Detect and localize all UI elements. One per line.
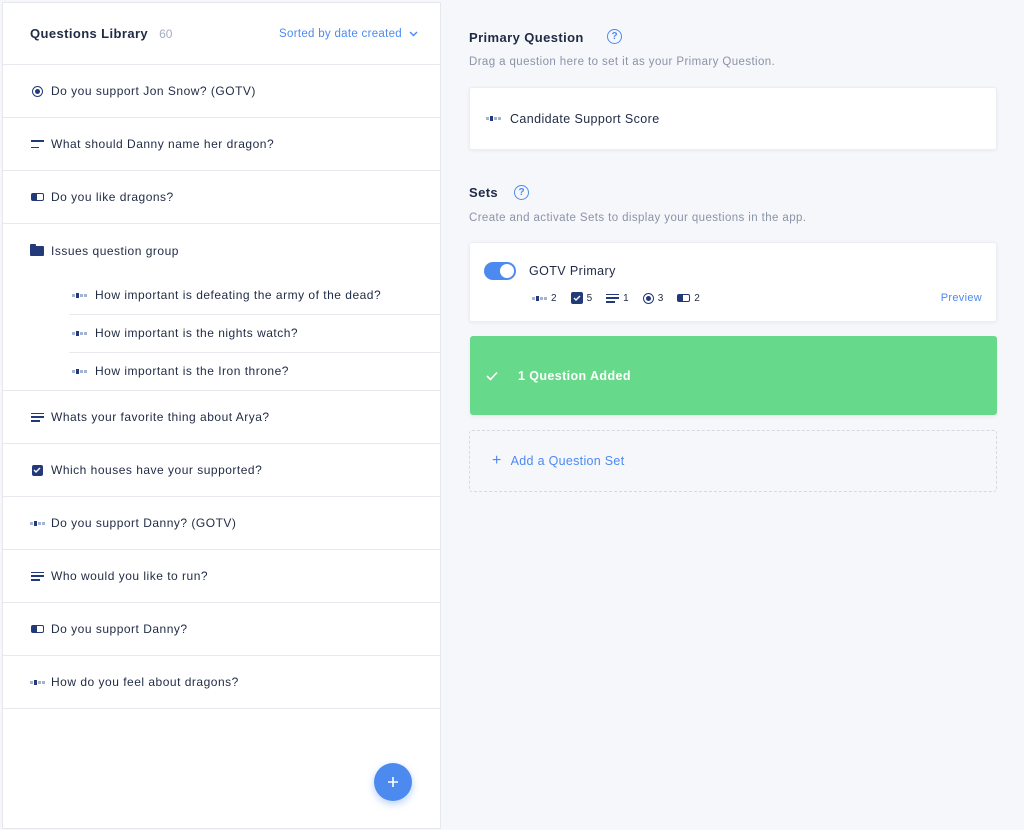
add-question-button[interactable] xyxy=(374,763,412,801)
group-list-item[interactable]: How important is defeating the army of t… xyxy=(69,277,440,315)
list-item-label: How do you feel about dragons? xyxy=(51,675,239,689)
list-item-label: Do you support Danny? (GOTV) xyxy=(51,516,237,530)
list-item-label: Do you support Jon Snow? (GOTV) xyxy=(51,84,256,98)
text-lines-icon xyxy=(30,571,44,581)
question-set-card: GOTV Primary 2 5 1 3 2 Preview xyxy=(469,242,997,322)
primary-question-description: Drag a question here to set it as your P… xyxy=(469,56,776,68)
list-item-label: What should Danny name her dragon? xyxy=(51,137,275,151)
library-count: 60 xyxy=(159,26,173,41)
checkmark-icon xyxy=(486,371,498,381)
library-header: Questions Library 60 Sorted by date crea… xyxy=(3,3,440,65)
folder-icon xyxy=(30,243,44,256)
toggle-icon xyxy=(30,193,44,201)
primary-question-card[interactable]: Candidate Support Score xyxy=(469,87,997,150)
scale-icon xyxy=(486,116,501,121)
question-group[interactable]: Issues question group xyxy=(3,224,440,277)
checkbox-icon xyxy=(31,464,43,476)
list-item[interactable]: Do you support Danny? (GOTV) xyxy=(3,497,440,550)
scale-icon xyxy=(72,293,87,298)
list-item[interactable]: Do you support Jon Snow? (GOTV) xyxy=(3,65,440,118)
scale-icon xyxy=(29,520,45,526)
list-item[interactable]: Do you like dragons? xyxy=(3,171,440,224)
list-item[interactable]: Do you support Danny? xyxy=(3,603,440,656)
list-item-label: Do you support Danny? xyxy=(51,622,188,636)
checkbox-icon xyxy=(570,292,583,304)
set-active-toggle[interactable] xyxy=(484,262,516,280)
library-title: Questions Library xyxy=(30,26,149,41)
text-icon xyxy=(30,140,44,148)
list-item-label: Whats your favorite thing about Arya? xyxy=(51,410,270,424)
scale-icon xyxy=(532,295,547,301)
stat-count: 2 xyxy=(694,292,700,304)
stat-radio: 3 xyxy=(642,292,664,304)
toast-message: 1 Question Added xyxy=(518,368,631,383)
stat-scale: 2 xyxy=(532,293,557,304)
primary-question-label: Candidate Support Score xyxy=(510,111,660,126)
list-item[interactable]: How do you feel about dragons? xyxy=(3,656,440,709)
scale-icon xyxy=(29,679,45,685)
stat-count: 2 xyxy=(551,292,557,304)
stat-count: 3 xyxy=(657,292,664,304)
list-item-label: Which houses have your supported? xyxy=(51,463,263,477)
sets-description: Create and activate Sets to display your… xyxy=(469,212,807,224)
plus-icon xyxy=(388,777,398,787)
stat-text: 1 xyxy=(606,293,629,304)
list-item-label: Who would you like to run? xyxy=(51,569,209,583)
radio-icon xyxy=(31,85,43,97)
list-item[interactable]: What should Danny name her dragon? xyxy=(3,118,440,171)
preview-link[interactable]: Preview xyxy=(941,292,982,304)
sets-title: Sets xyxy=(469,185,499,200)
stat-count: 5 xyxy=(586,292,593,304)
list-item-label: Issues question group xyxy=(51,243,179,258)
list-item[interactable]: Who would you like to run? xyxy=(3,550,440,603)
set-name: GOTV Primary xyxy=(529,264,616,278)
add-question-set-label: Add a Question Set xyxy=(510,454,625,468)
stat-checkbox: 5 xyxy=(570,292,593,304)
list-item-label: Do you like dragons? xyxy=(51,190,174,204)
group-list-item[interactable]: How important is the Iron throne? xyxy=(69,353,440,390)
questions-library-panel: Questions Library 60 Sorted by date crea… xyxy=(2,2,441,829)
success-toast: 1 Question Added xyxy=(470,336,997,415)
list-item[interactable]: Which houses have your supported? xyxy=(3,444,440,497)
radio-icon xyxy=(642,292,654,304)
group-list-item[interactable]: How important is the nights watch? xyxy=(69,315,440,353)
scale-icon xyxy=(72,331,87,336)
text-lines-icon xyxy=(606,293,620,303)
text-lines-icon xyxy=(30,412,44,422)
list-item-label: How important is defeating the army of t… xyxy=(95,288,382,302)
list-item[interactable]: Whats your favorite thing about Arya? xyxy=(3,391,440,444)
set-stats: 2 5 1 3 2 xyxy=(532,292,714,304)
question-group-items: How important is defeating the army of t… xyxy=(3,277,440,390)
primary-question-title: Primary Question xyxy=(469,30,584,45)
plus-icon: + xyxy=(492,452,502,469)
chevron-down-icon xyxy=(409,31,418,36)
help-icon[interactable]: ? xyxy=(514,185,529,200)
stat-count: 1 xyxy=(623,292,629,304)
sort-dropdown[interactable]: Sorted by date created xyxy=(279,28,418,40)
scale-icon xyxy=(72,369,87,374)
help-icon[interactable]: ? xyxy=(607,29,622,44)
add-question-set-button[interactable]: + Add a Question Set xyxy=(469,430,997,492)
toggle-icon xyxy=(677,294,691,302)
list-item-label: How important is the Iron throne? xyxy=(95,364,289,378)
sort-label: Sorted by date created xyxy=(279,27,402,40)
stat-toggle: 2 xyxy=(677,293,700,304)
list-item-label: How important is the nights watch? xyxy=(95,326,299,340)
toggle-icon xyxy=(30,625,44,633)
